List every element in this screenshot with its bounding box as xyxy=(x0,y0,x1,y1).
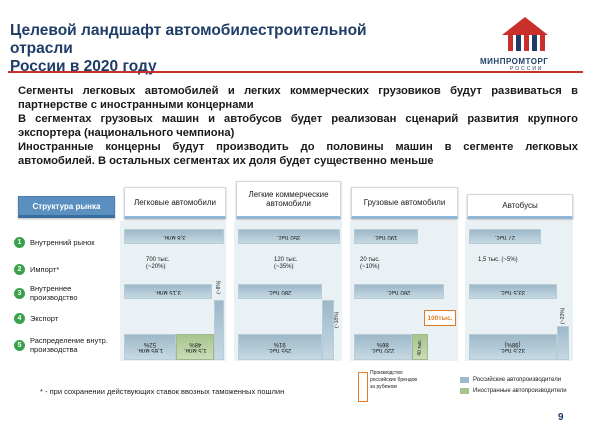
minpromtorg-logo-icon xyxy=(502,17,548,51)
buses-production-value: 33,5 тыс. xyxy=(500,288,526,295)
lcv-export-share: (~18%) xyxy=(334,311,340,328)
buses-russian-share: (98%) xyxy=(504,341,521,347)
cars-foreign-share: 48% xyxy=(189,341,202,347)
intro-text: Сегменты легковых автомобилей и легких к… xyxy=(18,84,578,168)
buses-russian-value: 32,5 тыс. xyxy=(500,347,526,353)
row-number-5: 5 xyxy=(14,340,25,351)
cars-foreign-bar: 1,5 млн. 48% xyxy=(176,334,214,360)
cars-import-slot xyxy=(124,258,144,278)
trucks-market-bar: 190 тыс. xyxy=(354,229,418,244)
cars-foreign-value: 1,5 млн. xyxy=(183,347,207,353)
lcv-russian-bar: 255 тыс. 91% xyxy=(238,334,322,360)
cars-russian-share: 52% xyxy=(143,341,156,347)
buses-russian-bar: 32,5 тыс. (98%) xyxy=(469,334,557,360)
intro-paragraph-1: Сегменты легковых автомобилей и легких к… xyxy=(18,85,578,111)
row-label-export: Экспорт xyxy=(30,314,59,323)
trucks-russian-value: 220 тыс. xyxy=(371,347,395,353)
cars-export-share: (~8%) xyxy=(216,280,222,294)
legend-label-russian: Российские автопроизводители xyxy=(473,377,562,383)
lcv-market-bar: 350 тыс. xyxy=(238,229,340,244)
lcv-import-value: 120 тыс. (~35%) xyxy=(274,257,298,270)
cars-production-value: 3,15 млн. xyxy=(155,288,181,295)
logo-subtitle: РОССИИ xyxy=(510,66,544,72)
row-number-4: 4 xyxy=(14,313,25,324)
trucks-market-value: 190 тыс. xyxy=(374,233,398,240)
lcv-russian-share: 91% xyxy=(274,341,287,347)
title-divider xyxy=(8,71,583,73)
trucks-import-value: 20 тыс. (~10%) xyxy=(360,257,381,270)
legend-swatch-foreign xyxy=(460,388,469,394)
lcv-production-value: 280 тыс. xyxy=(268,288,292,295)
footnote: * - при сохранении действующих ставок вв… xyxy=(40,387,285,396)
column-header-cars: Легковые автомобили xyxy=(124,187,226,219)
column-header-lcv: Легкие коммерческие автомобили xyxy=(236,181,341,219)
row-label-import: Импорт* xyxy=(30,265,60,274)
cars-russian-value: 1,65 млн. xyxy=(137,347,163,353)
page-number: 9 xyxy=(558,412,564,423)
trucks-production-value: 260 тыс. xyxy=(387,288,411,295)
buses-export-bar xyxy=(557,326,569,360)
buses-market-value: 27 тыс. xyxy=(494,233,516,240)
row-label-domestic-production: Внутреннее производство xyxy=(30,284,78,302)
trucks-russian-share: 86% xyxy=(377,341,390,347)
brand-abroad-note: Производство российских брендов за рубеж… xyxy=(370,370,418,390)
page-title: Целевой ландшафт автомобилестроительной … xyxy=(10,22,430,76)
row-number-2: 2 xyxy=(14,264,25,275)
legend-label-foreign: Иностранные автопроизводители xyxy=(473,388,567,394)
buses-production-bar: 33,5 тыс. xyxy=(469,284,557,299)
column-header-trucks: Грузовые автомобили xyxy=(351,187,458,219)
cars-import-value: 700 тыс. (~20%) xyxy=(146,257,170,270)
intro-paragraph-2: В сегментах грузовых машин и автобусов б… xyxy=(18,113,578,139)
trucks-russian-bar: 220 тыс. 86% xyxy=(354,334,412,360)
lcv-production-bar: 280 тыс. xyxy=(238,284,322,299)
legend-swatch-russian xyxy=(460,377,469,383)
cars-market-bar: 3,6 млн. xyxy=(124,229,224,244)
brand-abroad-swatch xyxy=(358,372,368,402)
cars-russian-bar: 1,65 млн. 52% xyxy=(124,334,176,360)
cars-export-bar xyxy=(214,300,224,360)
row-label-domestic-market: Внутренний рынок xyxy=(30,238,95,247)
cars-market-value: 3,6 млн. xyxy=(162,233,186,240)
intro-paragraph-3: Иностранные концерны будут производить д… xyxy=(18,141,578,167)
buses-market-bar: 27 тыс. xyxy=(469,229,541,244)
title-line-1: Целевой ландшафт автомобилестроительной … xyxy=(10,22,367,57)
trucks-foreign-bar: 40 тыс. xyxy=(412,334,428,360)
lcv-export-bar xyxy=(322,300,334,360)
row-number-3: 3 xyxy=(14,288,25,299)
lcv-market-value: 350 тыс. xyxy=(277,233,301,240)
row-label-distribution: Распределение внутр. производства xyxy=(30,336,108,354)
trucks-foreign-value: 40 тыс. xyxy=(417,338,423,356)
buses-import-value: 1,5 тыс. (~5%) xyxy=(478,257,518,263)
market-structure-header: Структура рынка xyxy=(18,196,115,218)
logo-name: МИНПРОМТОРГ xyxy=(480,57,549,66)
column-header-buses: Автобусы xyxy=(467,194,573,219)
title-line-2: России в 2020 году xyxy=(10,58,157,75)
row-number-1: 1 xyxy=(14,237,25,248)
buses-export-share: (~23%) xyxy=(560,307,566,324)
trucks-production-bar: 260 тыс. xyxy=(354,284,444,299)
trucks-export-box: 100тыс. xyxy=(424,310,456,326)
cars-production-bar: 3,15 млн. xyxy=(124,284,212,299)
lcv-russian-value: 255 тыс. xyxy=(268,347,292,353)
